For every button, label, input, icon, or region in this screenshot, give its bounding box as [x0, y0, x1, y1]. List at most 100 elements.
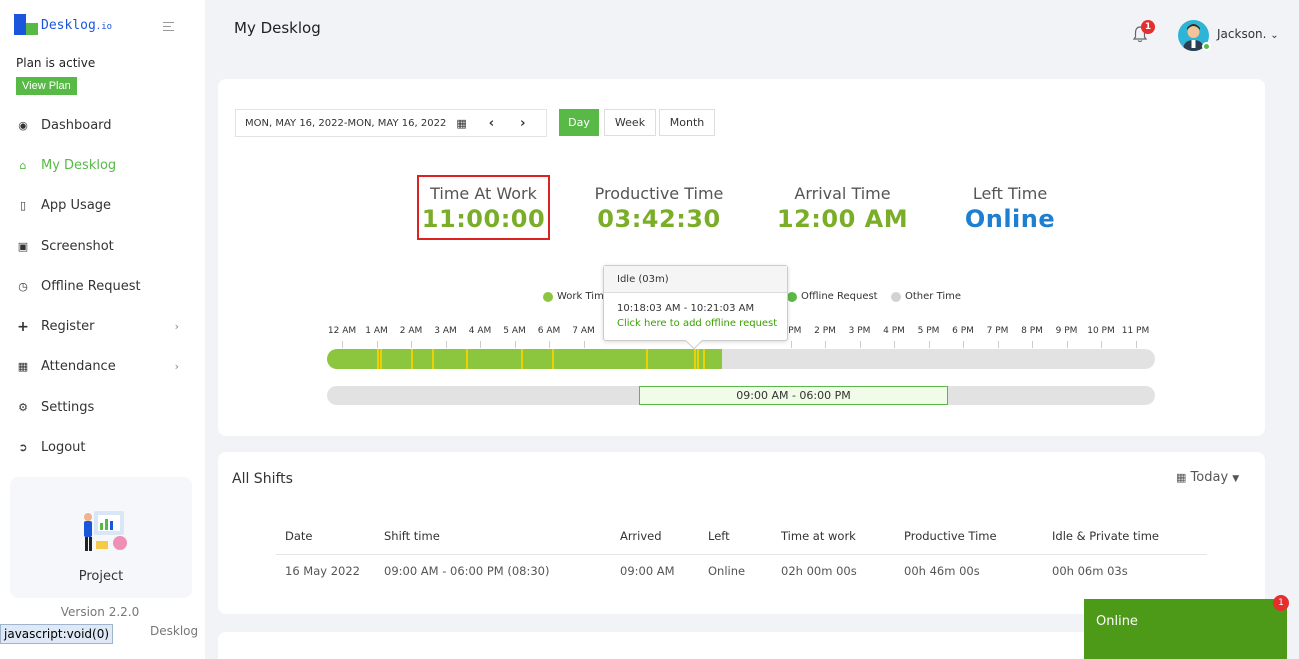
hour-tick-label: 11 PM: [1121, 326, 1150, 336]
project-illustration-icon: [84, 511, 127, 551]
plan-status-text: Plan is active: [16, 56, 96, 70]
idle-segment[interactable]: [466, 349, 469, 369]
tab-month[interactable]: Month: [659, 109, 715, 136]
add-offline-request-link[interactable]: Click here to add offline request: [604, 314, 787, 329]
sidebar-item-label: Logout: [41, 440, 86, 456]
sidebar-item-label: Register: [41, 319, 95, 335]
user-name: Jackson.: [1217, 27, 1267, 41]
sidebar-item-my-desklog[interactable]: ⌂ My Desklog: [0, 145, 205, 185]
hour-tick-mark: [480, 341, 481, 348]
work-timeline-bar[interactable]: [327, 349, 1155, 369]
table-cell: Online: [708, 564, 746, 579]
sidebar-item-app-usage[interactable]: ▯ App Usage: [0, 186, 205, 226]
sidebar: Desklog.io Plan is active View Plan ◉ Da…: [0, 0, 205, 659]
work-time-segment[interactable]: [327, 349, 722, 369]
calendar-icon[interactable]: ▦: [456, 117, 466, 130]
hour-tick-label: 4 PM: [883, 326, 905, 336]
idle-segment[interactable]: [693, 349, 696, 369]
tab-week[interactable]: Week: [604, 109, 656, 136]
tooltip-title: Idle (03m): [604, 266, 787, 293]
user-menu[interactable]: Jackson. ⌄: [1217, 27, 1279, 41]
idle-segment[interactable]: [521, 349, 524, 369]
sidebar-nav: ◉ Dashboard ⌂ My Desklog ▯ App Usage ▣ S…: [0, 105, 205, 468]
logo[interactable]: Desklog.io: [14, 14, 112, 36]
idle-segment[interactable]: [379, 349, 382, 369]
stat-label: Left Time: [972, 184, 1048, 203]
chevron-right-icon[interactable]: ›: [520, 116, 525, 131]
legend-label: Work Tim: [557, 291, 604, 302]
stat-value: 11:00:00: [421, 205, 546, 233]
project-label: Project: [78, 569, 124, 584]
stat-label: Time At Work: [430, 184, 537, 203]
idle-segment[interactable]: [431, 349, 434, 369]
online-panel-label: Online: [1096, 614, 1138, 629]
hour-tick-mark: [790, 341, 792, 348]
sidebar-item-register[interactable]: + Register ›: [0, 306, 205, 346]
sidebar-item-logout[interactable]: ➲ Logout: [0, 427, 205, 467]
online-status-panel[interactable]: Online: [1084, 599, 1287, 659]
hour-tick-label: 7 AM: [572, 326, 595, 336]
table-row[interactable]: 16 May 2022 09:00 AM - 06:00 PM (08:30) …: [276, 554, 1207, 588]
idle-tooltip: Idle (03m) 10:18:03 AM - 10:21:03 AM Cli…: [603, 265, 788, 350]
hour-tick-label: 5 AM: [503, 326, 526, 336]
hour-tick-mark: [963, 341, 964, 348]
hour-tick-label: 3 AM: [434, 326, 457, 336]
logo-mark-icon: [14, 14, 38, 36]
column-header: Date: [276, 518, 375, 555]
stat-arrival-time: Arrival Time 12:00 AM: [770, 184, 915, 233]
chevron-right-icon: ›: [174, 360, 179, 374]
tab-day[interactable]: Day: [559, 109, 599, 136]
column-header: Time at work: [772, 518, 895, 555]
table-cell: 16 May 2022: [285, 564, 360, 579]
hour-tick-label: 9 PM: [1055, 326, 1078, 336]
date-range-text: MON, MAY 16, 2022-MON, MAY 16, 2022: [245, 117, 447, 129]
legend-offline-request: Offline Request: [787, 291, 878, 302]
hour-tick-mark: [1066, 341, 1068, 348]
clock-icon: ◷: [18, 279, 28, 293]
legend-dot: [543, 291, 553, 302]
hour-tick-mark: [997, 341, 999, 348]
today-dropdown[interactable]: ▦ Today ▼: [1176, 470, 1239, 485]
idle-segment[interactable]: [411, 349, 413, 369]
hour-tick-mark: [859, 341, 861, 348]
hour-tick-mark: [445, 341, 447, 348]
sidebar-item-settings[interactable]: ⚙ Settings: [0, 387, 205, 427]
date-range-picker[interactable]: MON, MAY 16, 2022-MON, MAY 16, 2022 ▦ ‹ …: [235, 109, 547, 137]
hour-tick-mark: [825, 341, 826, 348]
idle-segment[interactable]: [645, 349, 648, 369]
home-icon: ⌂: [19, 158, 27, 172]
stat-left-time: Left Time Online: [940, 184, 1080, 233]
sidebar-item-label: App Usage: [41, 198, 112, 214]
idle-segment[interactable]: [697, 349, 700, 369]
mobile-icon: ▯: [19, 199, 27, 213]
hour-tick-label: 2 PM: [814, 326, 836, 336]
table-cell: 09:00 AM - 06:00 PM (08:30): [384, 564, 550, 579]
shifts-table: Date Shift time Arrived Left Time at wor…: [276, 518, 1207, 588]
idle-segment[interactable]: [702, 349, 705, 369]
hour-tick-label: 3 PM: [848, 326, 871, 336]
idle-segment[interactable]: [552, 349, 555, 369]
idle-segment[interactable]: [376, 349, 379, 369]
calendar-icon: ▦: [17, 360, 29, 374]
sidebar-item-dashboard[interactable]: ◉ Dashboard: [0, 105, 205, 145]
sidebar-item-screenshot[interactable]: ▣ Screenshot: [0, 226, 205, 266]
view-plan-button[interactable]: View Plan: [16, 77, 77, 95]
menu-toggle-icon[interactable]: [163, 22, 175, 34]
version-text: Version 2.2.0: [60, 605, 140, 619]
sidebar-item-attendance[interactable]: ▦ Attendance ›: [0, 347, 205, 387]
hour-tick-mark: [1032, 341, 1033, 348]
hour-tick-mark: [1101, 341, 1102, 348]
stat-label: Productive Time: [594, 184, 724, 203]
hour-tick-label: 6 AM: [537, 326, 561, 336]
table-cell: 09:00 AM: [620, 564, 675, 579]
hour-tick-mark: [342, 341, 343, 348]
table-cell: 00h 06m 03s: [1052, 564, 1128, 579]
hour-tick-label: 7 PM: [986, 326, 1009, 336]
stat-value: 12:00 AM: [776, 205, 909, 233]
sidebar-item-offline-request[interactable]: ◷ Offline Request: [0, 266, 205, 306]
stat-value: 03:42:30: [597, 205, 721, 233]
hour-tick-mark: [411, 341, 412, 348]
chevron-left-icon[interactable]: ‹: [489, 116, 494, 131]
project-card[interactable]: Project: [10, 477, 192, 598]
online-status-dot: [1202, 42, 1211, 51]
